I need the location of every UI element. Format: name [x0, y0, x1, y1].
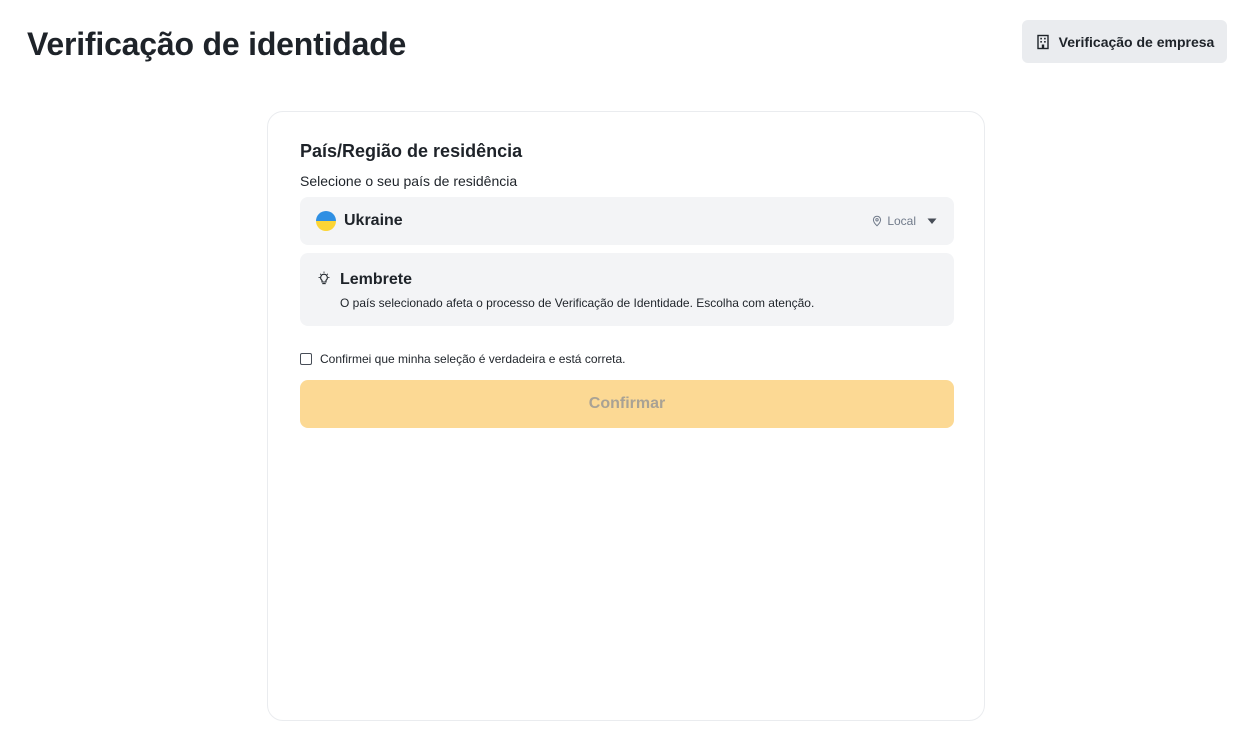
reminder-box: Lembrete O país selecionado afeta o proc…: [300, 253, 954, 326]
reminder-text: O país selecionado afeta o processo de V…: [340, 296, 815, 310]
caret-down-icon: [926, 215, 938, 227]
lightbulb-icon: [316, 271, 332, 287]
location-hint: Local: [871, 214, 938, 228]
confirm-checkbox-label: Confirmei que minha seleção é verdadeira…: [320, 352, 626, 366]
business-verification-label: Verificação de empresa: [1058, 33, 1215, 50]
building-icon: [1035, 34, 1051, 50]
country-select[interactable]: Ukraine Local: [300, 197, 954, 245]
section-title: País/Região de residência: [300, 141, 523, 161]
section-subtitle: Selecione o seu país de residência: [300, 173, 518, 189]
business-verification-button[interactable]: Verificação de empresa: [1022, 20, 1227, 63]
confirm-button[interactable]: Confirmar: [300, 380, 954, 428]
page-title: Verificação de identidade: [27, 26, 407, 62]
ukraine-flag-icon: [316, 211, 336, 231]
confirm-checkbox[interactable]: [300, 353, 312, 365]
identity-verification-page: Verificação de identidade Verificação de…: [0, 0, 1252, 743]
confirm-checkbox-row[interactable]: Confirmei que minha seleção é verdadeira…: [300, 352, 626, 366]
reminder-title: Lembrete: [340, 271, 413, 288]
map-pin-icon: [871, 215, 883, 227]
residence-card: País/Região de residência Selecione o se…: [267, 111, 985, 721]
selected-country: Ukraine: [344, 212, 403, 229]
location-hint-label: Local: [887, 214, 916, 228]
